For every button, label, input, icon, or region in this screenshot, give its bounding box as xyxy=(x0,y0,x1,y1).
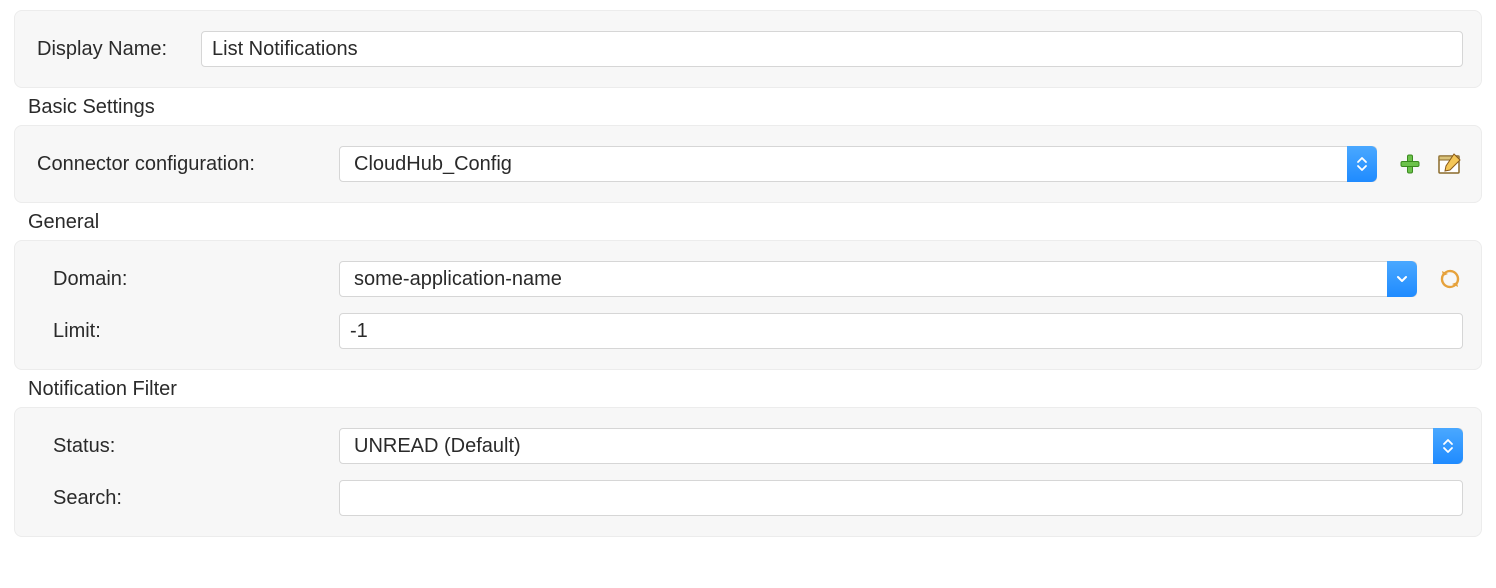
connector-config-value[interactable] xyxy=(339,146,1377,182)
edit-config-button[interactable] xyxy=(1437,151,1463,177)
chevron-updown-icon[interactable] xyxy=(1347,146,1377,182)
domain-row: Domain: xyxy=(33,257,1463,301)
limit-input[interactable] xyxy=(339,313,1463,349)
search-row: Search: xyxy=(33,476,1463,520)
status-value[interactable] xyxy=(339,428,1463,464)
chevron-updown-icon[interactable] xyxy=(1433,428,1463,464)
search-input[interactable] xyxy=(339,480,1463,516)
limit-label: Limit: xyxy=(33,320,339,343)
display-name-input[interactable] xyxy=(201,31,1463,67)
display-name-label: Display Name: xyxy=(33,38,201,61)
display-name-row: Display Name: xyxy=(33,27,1463,71)
status-label: Status: xyxy=(33,435,339,458)
notification-filter-title: Notification Filter xyxy=(0,370,1496,407)
domain-combo[interactable] xyxy=(339,261,1417,297)
chevron-down-icon[interactable] xyxy=(1387,261,1417,297)
add-config-button[interactable] xyxy=(1397,151,1423,177)
display-name-panel: Display Name: xyxy=(14,10,1482,88)
connector-config-row: Connector configuration: xyxy=(33,142,1463,186)
refresh-domain-button[interactable] xyxy=(1437,266,1463,292)
domain-input[interactable] xyxy=(339,261,1417,297)
connector-config-actions xyxy=(1397,151,1463,177)
status-combo[interactable] xyxy=(339,428,1463,464)
connector-config-label: Connector configuration: xyxy=(33,153,339,176)
basic-settings-title: Basic Settings xyxy=(0,88,1496,125)
plus-icon xyxy=(1399,153,1421,175)
general-title: General xyxy=(0,203,1496,240)
notification-filter-panel: Status: Search: xyxy=(14,407,1482,537)
connector-config-combo[interactable] xyxy=(339,146,1377,182)
basic-settings-panel: Connector configuration: xyxy=(14,125,1482,203)
edit-icon xyxy=(1438,153,1462,175)
general-panel: Domain: xyxy=(14,240,1482,370)
domain-actions xyxy=(1437,266,1463,292)
search-label: Search: xyxy=(33,487,339,510)
refresh-icon xyxy=(1439,268,1461,290)
domain-label: Domain: xyxy=(33,268,339,291)
status-row: Status: xyxy=(33,424,1463,468)
limit-row: Limit: xyxy=(33,309,1463,353)
